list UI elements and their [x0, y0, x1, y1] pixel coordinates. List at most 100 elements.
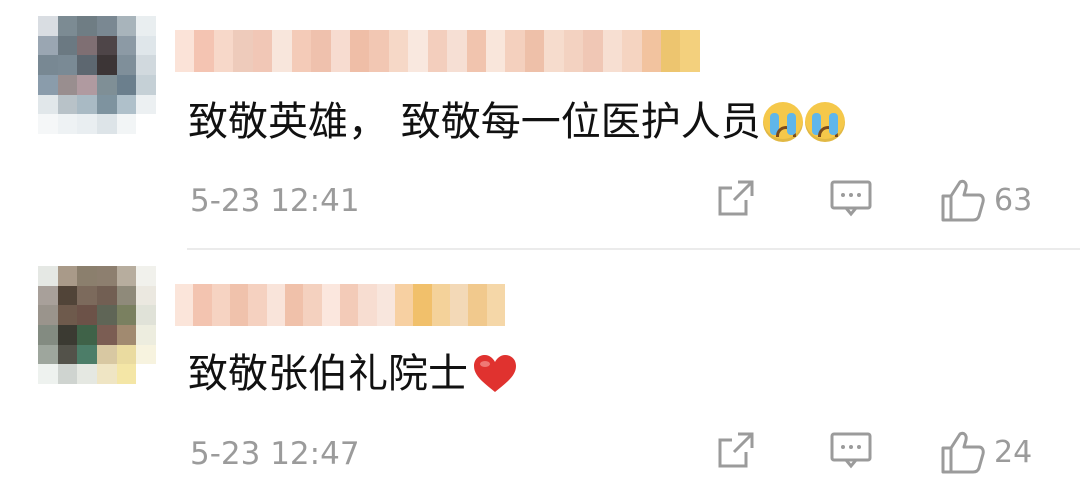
avatar[interactable]	[38, 16, 156, 134]
avatar-pixel	[38, 285, 58, 306]
username-pixel	[211, 284, 230, 326]
avatar-pixel	[77, 344, 97, 365]
avatar-pixel	[116, 305, 137, 325]
avatar-pixel	[77, 94, 97, 115]
avatar-pixel	[116, 344, 137, 365]
share-button[interactable]	[716, 178, 756, 218]
avatar[interactable]	[38, 266, 156, 384]
share-button[interactable]	[716, 430, 756, 470]
comment-button[interactable]	[830, 430, 872, 470]
like-button[interactable]: 63	[940, 178, 1032, 222]
username-pixel	[680, 30, 700, 72]
avatar-pixel	[57, 305, 78, 325]
avatar-pixel	[38, 266, 58, 286]
comment-button[interactable]	[830, 178, 872, 218]
avatar-pixel	[38, 55, 58, 75]
avatar-pixel	[38, 35, 58, 56]
username-pixel	[175, 30, 195, 72]
username-pixel	[339, 284, 359, 326]
like-button[interactable]: 24	[940, 430, 1032, 474]
avatar-pixel	[57, 16, 78, 36]
username-pixel	[248, 284, 267, 326]
avatar-pixel	[77, 16, 97, 36]
avatar-pixel	[38, 324, 58, 345]
avatar-pixel	[96, 74, 117, 95]
avatar-pixel	[57, 344, 78, 365]
username-pixel	[431, 284, 450, 326]
username-pixel	[660, 30, 681, 72]
avatar-pixel	[77, 324, 97, 345]
avatar-pixel	[136, 364, 156, 384]
avatar-pixel	[57, 74, 78, 95]
avatar-pixel	[38, 305, 58, 325]
comment-text-row: 致敬张伯礼院士	[188, 354, 518, 394]
comment-text: 致敬英雄， 致敬每一位医护人员	[188, 99, 761, 145]
avatar-pixel	[38, 16, 58, 36]
heart-emoji-icon	[474, 355, 516, 392]
username-pixel	[486, 284, 505, 326]
avatar-pixel	[77, 74, 97, 95]
avatar-pixel	[57, 94, 78, 115]
comment-item: 致敬张伯礼院士 5-23 12:47 24	[0, 250, 1080, 496]
crying-emoji-icon	[762, 102, 803, 142]
username-pixel	[266, 284, 285, 326]
avatar-pixel	[77, 266, 97, 286]
avatar-pixel	[136, 35, 156, 56]
username-blurred[interactable]	[175, 30, 700, 72]
avatar-pixel	[77, 305, 97, 325]
comment-text: 致敬张伯礼院士	[188, 351, 468, 397]
username-pixel	[358, 284, 377, 326]
avatar-pixel	[96, 305, 117, 325]
avatar-pixel	[136, 16, 156, 36]
avatar-pixel	[96, 55, 117, 75]
username-pixel	[303, 284, 322, 326]
avatar-pixel	[77, 364, 97, 384]
like-count: 63	[994, 182, 1033, 218]
avatar-pixel	[77, 35, 97, 56]
avatar-pixel	[38, 74, 58, 95]
username-pixel	[524, 30, 545, 72]
avatar-pixel	[116, 55, 137, 75]
thumbs-up-icon	[941, 179, 985, 222]
username-pixel	[408, 30, 428, 72]
avatar-pixel	[116, 285, 137, 306]
username-pixel	[544, 30, 564, 72]
username-pixel	[229, 284, 249, 326]
username-pixel	[252, 30, 273, 72]
username-pixel	[413, 284, 432, 326]
avatar-pixel	[116, 35, 137, 56]
avatar-pixel	[96, 16, 117, 36]
avatar-pixel	[57, 266, 78, 286]
avatar-pixel	[96, 344, 117, 365]
comment-timestamp: 5-23 12:47	[190, 436, 360, 472]
avatar-pixel	[77, 114, 97, 134]
avatar-pixel	[57, 324, 78, 345]
username-pixel	[330, 30, 350, 72]
comment-icon	[830, 432, 872, 469]
username-blurred[interactable]	[175, 284, 505, 326]
username-pixel	[175, 284, 194, 326]
username-pixel	[447, 30, 467, 72]
avatar-pixel	[136, 285, 156, 306]
avatar-pixel	[96, 285, 117, 306]
comment-item: 致敬英雄， 致敬每一位医护人员 5-23 12:41 63	[0, 0, 1080, 250]
avatar-pixel	[136, 266, 156, 286]
avatar-pixel	[116, 364, 137, 384]
avatar-pixel	[57, 35, 78, 56]
username-pixel	[376, 284, 395, 326]
avatar-pixel	[136, 74, 156, 95]
username-pixel	[233, 30, 253, 72]
avatar-pixel	[77, 285, 97, 306]
avatar-pixel	[136, 344, 156, 365]
avatar-pixel	[136, 114, 156, 134]
avatar-pixel	[136, 94, 156, 115]
avatar-pixel	[116, 266, 137, 286]
avatar-pixel	[136, 324, 156, 345]
thumbs-up-icon	[941, 431, 985, 474]
avatar-pixel	[96, 266, 117, 286]
username-pixel	[349, 30, 370, 72]
avatar-pixel	[96, 114, 117, 134]
username-pixel	[563, 30, 584, 72]
avatar-pixel	[96, 364, 117, 384]
share-icon	[718, 180, 754, 216]
